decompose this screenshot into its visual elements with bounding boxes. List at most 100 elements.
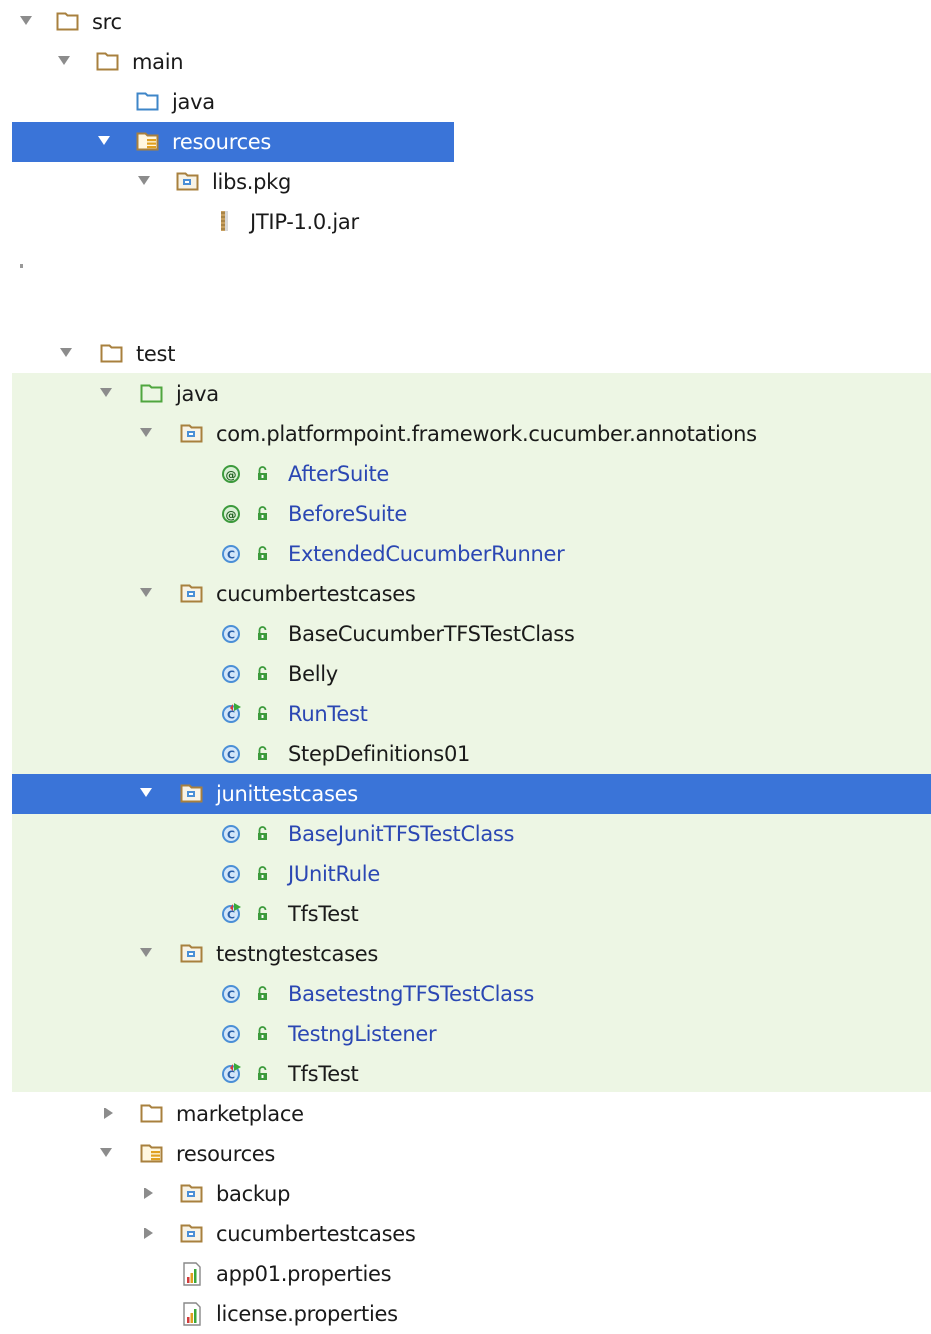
tree-node-test-resources[interactable]: resources xyxy=(0,1134,931,1174)
node-label: resources xyxy=(176,1142,276,1166)
tree-node-extended-runner[interactable]: ExtendedCucumberRunner xyxy=(0,534,931,574)
tree-node-package-cucumbertestcases[interactable]: cucumbertestcases xyxy=(0,574,931,614)
tree-node-main-resources[interactable]: resources xyxy=(0,122,931,162)
node-label: com.platformpoint.framework.cucumber.ann… xyxy=(216,422,757,446)
node-label: TfsTest xyxy=(288,1062,359,1086)
tree-node-backup[interactable]: backup xyxy=(0,1174,931,1214)
expand-toggle[interactable] xyxy=(138,162,152,202)
lock-icon xyxy=(256,1054,286,1094)
node-label: RunTest xyxy=(288,702,368,726)
class-icon xyxy=(220,654,250,694)
node-label: resources xyxy=(172,130,272,154)
package-icon xyxy=(180,934,210,974)
tree-node-tfs-test-testng[interactable]: TfsTest xyxy=(0,1054,931,1094)
test-class-icon xyxy=(220,694,250,734)
node-label: testngtestcases xyxy=(216,942,379,966)
class-icon xyxy=(220,854,250,894)
expand-toggle[interactable] xyxy=(142,1214,156,1254)
tree-node-main-java[interactable]: java xyxy=(0,82,931,122)
test-class-icon xyxy=(220,1054,250,1094)
lock-icon xyxy=(256,854,286,894)
node-label: StepDefinitions01 xyxy=(288,742,471,766)
package-icon xyxy=(180,574,210,614)
lock-icon xyxy=(256,734,286,774)
tree-node-base-cucumber[interactable]: BaseCucumberTFSTestClass xyxy=(0,614,931,654)
lock-icon xyxy=(256,614,286,654)
test-class-icon xyxy=(220,894,250,934)
resources-folder-icon xyxy=(140,1134,170,1174)
tree-node-run-test[interactable]: RunTest xyxy=(0,694,931,734)
expand-toggle[interactable] xyxy=(100,1134,114,1174)
expand-toggle[interactable] xyxy=(140,414,154,454)
tree-node-test-java[interactable]: java xyxy=(0,374,931,414)
resources-folder-icon xyxy=(136,122,166,162)
expand-toggle[interactable] xyxy=(102,1094,116,1134)
tree-node-test[interactable]: test xyxy=(0,334,931,374)
node-label: BeforeSuite xyxy=(288,502,407,526)
expand-toggle[interactable] xyxy=(142,1174,156,1214)
node-label: app01.properties xyxy=(216,1262,392,1286)
lock-icon xyxy=(256,814,286,854)
tree-node-libs-pkg[interactable]: libs.pkg xyxy=(0,162,931,202)
expand-toggle[interactable] xyxy=(140,934,154,974)
tree-node-license-properties[interactable]: license.properties xyxy=(0,1294,931,1334)
tree-node-main[interactable]: main xyxy=(0,42,931,82)
tree-node-marketplace[interactable]: marketplace xyxy=(0,1094,931,1134)
class-icon xyxy=(220,614,250,654)
expand-toggle[interactable] xyxy=(98,122,112,162)
node-label: marketplace xyxy=(176,1102,304,1126)
expand-toggle[interactable] xyxy=(58,42,72,82)
class-icon xyxy=(220,814,250,854)
tree-node-app-properties[interactable]: app01.properties xyxy=(0,1254,931,1294)
package-icon xyxy=(180,1174,210,1214)
tree-node-junit-rule[interactable]: JUnitRule xyxy=(0,854,931,894)
tree-node-src[interactable]: src xyxy=(0,2,931,42)
jar-icon xyxy=(218,202,248,242)
lock-icon xyxy=(256,654,286,694)
expand-toggle[interactable] xyxy=(60,334,74,374)
tree-node-base-junit[interactable]: BaseJunitTFSTestClass xyxy=(0,814,931,854)
expand-toggle[interactable] xyxy=(140,574,154,614)
node-label: JTIP-1.0.jar xyxy=(250,210,359,234)
node-label: ExtendedCucumberRunner xyxy=(288,542,565,566)
lock-icon xyxy=(256,534,286,574)
package-icon xyxy=(180,414,210,454)
tree-node-package-testngtestcases[interactable]: testngtestcases xyxy=(0,934,931,974)
tree-node-step-definitions[interactable]: StepDefinitions01 xyxy=(0,734,931,774)
expand-toggle[interactable] xyxy=(20,2,34,42)
lock-icon xyxy=(256,1014,286,1054)
node-label: libs.pkg xyxy=(212,170,292,194)
node-label: BasetestngTFSTestClass xyxy=(288,982,534,1006)
tree-node-testng-listener[interactable]: TestngListener xyxy=(0,1014,931,1054)
expand-toggle[interactable] xyxy=(100,374,114,414)
expand-toggle[interactable] xyxy=(140,774,154,814)
folder-icon xyxy=(56,2,86,42)
tree-node-tfs-test-junit[interactable]: TfsTest xyxy=(0,894,931,934)
tree-node-jtip-jar[interactable]: JTIP-1.0.jar xyxy=(0,202,931,242)
tree-node-resources-cucumbertestcases[interactable]: cucumbertestcases xyxy=(0,1214,931,1254)
tree-node-before-suite[interactable]: BeforeSuite xyxy=(0,494,931,534)
node-label: license.properties xyxy=(216,1302,398,1326)
annotation-icon xyxy=(220,494,250,534)
node-label: src xyxy=(92,10,122,34)
lock-icon xyxy=(256,454,286,494)
node-label: TfsTest xyxy=(288,902,359,926)
tree-node-package-annotations[interactable]: com.platformpoint.framework.cucumber.ann… xyxy=(0,414,931,454)
node-label: java xyxy=(176,382,219,406)
node-label: BaseCucumberTFSTestClass xyxy=(288,622,575,646)
source-folder-icon xyxy=(136,82,166,122)
node-label: JUnitRule xyxy=(288,862,380,886)
tree-node-after-suite[interactable]: AfterSuite xyxy=(0,454,931,494)
lock-icon xyxy=(256,694,286,734)
node-label: TestngListener xyxy=(288,1022,437,1046)
tree-node-belly[interactable]: Belly xyxy=(0,654,931,694)
package-icon xyxy=(180,1214,210,1254)
node-label: backup xyxy=(216,1182,291,1206)
tree-node-package-junittestcases[interactable]: junittestcases xyxy=(0,774,931,814)
folder-icon xyxy=(100,334,130,374)
tree-node-base-testng[interactable]: BasetestngTFSTestClass xyxy=(0,974,931,1014)
class-icon xyxy=(220,734,250,774)
properties-file-icon xyxy=(182,1254,212,1294)
node-label: BaseJunitTFSTestClass xyxy=(288,822,515,846)
lock-icon xyxy=(256,974,286,1014)
